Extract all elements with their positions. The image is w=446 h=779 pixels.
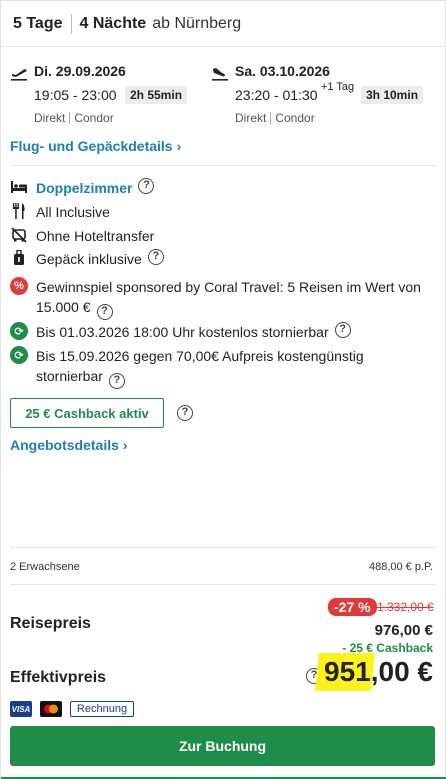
no-transfer-icon bbox=[10, 226, 28, 244]
meta-divider bbox=[270, 112, 272, 124]
cutlery-icon bbox=[10, 202, 28, 220]
feature-raffle: % Gewinnspiel sponsored by Coral Travel:… bbox=[10, 277, 421, 320]
return-duration: 3h 10min bbox=[361, 86, 424, 104]
help-icon[interactable]: ? bbox=[177, 405, 193, 421]
trip-header: 5 Tage 4 Nächte ab Nürnberg bbox=[1, 1, 446, 47]
bed-icon bbox=[10, 178, 28, 196]
help-icon[interactable]: ? bbox=[147, 249, 164, 265]
board-type: All Inclusive bbox=[36, 204, 110, 220]
offer-card: 5 Tage 4 Nächte ab Nürnberg Di. 29.09.20… bbox=[0, 0, 446, 779]
travel-price: 976,00 € bbox=[374, 622, 433, 639]
departure-airport: ab Nürnberg bbox=[152, 14, 242, 32]
price-per-person: 488,00 € p.P. bbox=[368, 561, 433, 573]
booking-button[interactable]: Zur Buchung bbox=[10, 726, 435, 766]
help-icon[interactable]: ? bbox=[334, 322, 351, 338]
flight-details-label: Flug- und Gepäckdetails bbox=[10, 138, 173, 154]
return-date: Sa. 03.10.2026 bbox=[235, 63, 330, 79]
help-icon[interactable]: ? bbox=[96, 304, 113, 320]
return-plus-day: +1 Tag bbox=[321, 81, 355, 93]
luggage-icon bbox=[10, 249, 28, 267]
offer-details-label: Angebotsdetails bbox=[10, 437, 119, 453]
header-divider bbox=[70, 13, 72, 34]
room-type-link[interactable]: Doppelzimmer bbox=[36, 178, 132, 198]
plane-landing-icon bbox=[212, 68, 228, 81]
return-times: 23:20 - 01:30 bbox=[235, 87, 318, 103]
outbound-meta: Direkt Condor bbox=[34, 111, 114, 125]
old-price: 1.332,00 € bbox=[377, 600, 434, 614]
help-icon[interactable]: ? bbox=[108, 373, 125, 389]
feature-transfer: Ohne Hoteltransfer bbox=[10, 226, 154, 246]
cancel-fee-line2: stornierbar bbox=[36, 368, 103, 384]
feature-room: Doppelzimmer ? bbox=[10, 178, 155, 198]
discount-badge: -27 % bbox=[328, 598, 377, 616]
refresh-icon: ⟳ bbox=[10, 322, 28, 340]
trip-days: 5 Tage bbox=[13, 14, 63, 32]
raffle-line2: 15.000 € bbox=[36, 299, 91, 315]
outbound-type: Direkt bbox=[34, 111, 66, 125]
visa-logo: VISA bbox=[10, 701, 32, 717]
return-type: Direkt bbox=[235, 111, 267, 125]
help-icon[interactable]: ? bbox=[138, 178, 155, 194]
feature-luggage: Gepäck inklusive ? bbox=[10, 249, 164, 269]
feature-cancel-fee: ⟳ Bis 15.09.2026 gegen 70,00€ Aufpreis k… bbox=[10, 346, 364, 389]
plane-takeoff-icon bbox=[11, 69, 27, 81]
reisepreis-label: Reisepreis bbox=[10, 615, 91, 632]
flight-details-link[interactable]: Flug- und Gepäckdetails › bbox=[10, 138, 181, 154]
cancel-fee-text: Bis 15.09.2026 gegen 70,00€ Aufpreis kos… bbox=[36, 346, 364, 389]
mastercard-logo bbox=[40, 701, 62, 717]
offer-details-link[interactable]: Angebotsdetails › bbox=[10, 437, 128, 453]
refresh-icon: ⟳ bbox=[10, 346, 28, 364]
outbound-airline: Condor bbox=[74, 111, 114, 125]
outbound-times: 19:05 - 23:00 bbox=[34, 87, 117, 103]
section-divider bbox=[10, 584, 436, 585]
section-divider bbox=[10, 547, 436, 548]
luggage-info: Gepäck inklusive bbox=[36, 251, 142, 267]
section-divider bbox=[10, 165, 436, 166]
transfer-info: Ohne Hoteltransfer bbox=[36, 228, 155, 244]
effektivpreis-label: Effektivpreis bbox=[10, 669, 107, 686]
feature-cancel-free: ⟳ Bis 01.03.2026 18:00 Uhr kostenlos sto… bbox=[10, 322, 351, 342]
trip-nights: 4 Nächte bbox=[79, 14, 147, 32]
return-airline: Condor bbox=[275, 111, 315, 125]
outbound-duration: 2h 55min bbox=[125, 86, 188, 104]
effective-price: 951,00 € bbox=[324, 656, 433, 687]
cancel-fee-line1: Bis 15.09.2026 gegen 70,00€ Aufpreis kos… bbox=[36, 348, 364, 364]
outbound-date: Di. 29.09.2026 bbox=[34, 63, 126, 79]
cashback-badge: 25 € Cashback aktiv bbox=[10, 398, 164, 428]
meta-divider bbox=[69, 112, 71, 124]
return-meta: Direkt Condor bbox=[235, 111, 315, 125]
raffle-text: Gewinnspiel sponsored by Coral Travel: 5… bbox=[36, 277, 421, 320]
chevron-right-icon: › bbox=[176, 138, 182, 154]
chevron-right-icon: › bbox=[122, 437, 128, 453]
cancel-free-text: Bis 01.03.2026 18:00 Uhr kostenlos storn… bbox=[36, 324, 329, 340]
traveller-count: 2 Erwachsene bbox=[10, 561, 80, 573]
invoice-badge: Rechnung bbox=[70, 701, 134, 717]
percent-icon: % bbox=[10, 277, 28, 295]
feature-board: All Inclusive bbox=[10, 202, 110, 222]
raffle-line1: Gewinnspiel sponsored by Coral Travel: 5… bbox=[36, 279, 421, 295]
